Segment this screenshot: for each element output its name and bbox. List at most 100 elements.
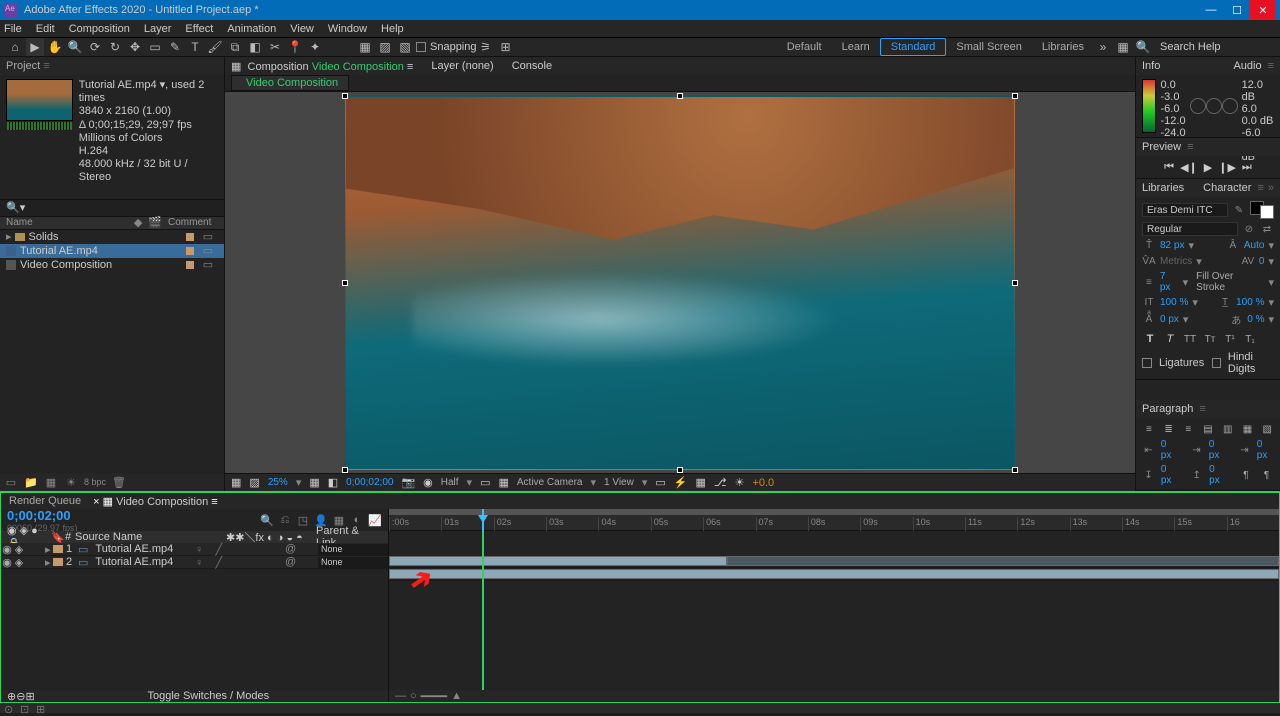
exposure-value[interactable]: +0.0 — [752, 477, 774, 489]
column-comment[interactable]: Comment — [168, 217, 218, 228]
vscale-value[interactable]: 100 % — [1160, 297, 1188, 308]
audio-icon[interactable]: ◈ — [13, 556, 25, 569]
justify-right-button[interactable]: ▦ — [1241, 422, 1255, 436]
subscript-button[interactable]: T₁ — [1242, 332, 1258, 346]
stroke-mode-dropdown[interactable]: Fill Over Stroke — [1196, 271, 1264, 293]
frame-blend-switch-icon[interactable]: ⊕ — [7, 690, 16, 703]
transform-handle[interactable] — [342, 280, 348, 286]
local-axis-icon[interactable]: ▦ — [356, 38, 374, 56]
fast-preview-icon[interactable]: ⚡ — [674, 476, 688, 489]
audio-icon[interactable]: ◈ — [13, 543, 25, 556]
hscale-value[interactable]: 100 % — [1236, 297, 1264, 308]
parent-dropdown[interactable]: None — [318, 557, 388, 568]
align-right-button[interactable]: ≡ — [1181, 422, 1195, 436]
project-panel-tab[interactable]: Project — [6, 60, 50, 72]
ltr-button[interactable]: ¶ — [1259, 468, 1274, 482]
wand-tool-icon[interactable]: ✦ — [306, 38, 324, 56]
minimize-button[interactable]: — — [1198, 0, 1224, 20]
search-layers-icon[interactable]: 🔍 — [260, 513, 274, 527]
transform-handle[interactable] — [342, 93, 348, 99]
expand-switch-icon[interactable]: ⊞ — [25, 690, 34, 703]
footer-icon[interactable]: ⊙ — [4, 703, 14, 713]
ligatures-checkbox[interactable] — [1142, 358, 1152, 368]
allcaps-button[interactable]: TT — [1182, 332, 1198, 346]
draft3d-icon[interactable]: ◳ — [296, 513, 310, 527]
label-column-icon[interactable]: ◆ — [134, 216, 142, 229]
layer-tab[interactable]: Layer (none) — [431, 60, 493, 72]
parent-pickwhip-icon[interactable]: @ — [285, 556, 296, 568]
label-swatch[interactable] — [53, 558, 63, 566]
footer-icon[interactable]: ⊡ — [20, 703, 30, 713]
roi-icon[interactable]: ▭ — [480, 476, 490, 489]
comp-tab[interactable]: ▦ Composition Video Composition ≡ — [231, 60, 413, 73]
eye-icon[interactable]: ◉ — [1, 543, 13, 556]
zoom-dropdown[interactable]: 25% — [268, 477, 288, 488]
label-swatch[interactable] — [53, 545, 63, 553]
font-style-dropdown[interactable]: Regular — [1142, 222, 1238, 236]
type-column-icon[interactable]: 🎬 — [148, 216, 162, 229]
clone-tool-icon[interactable]: ⧉ — [226, 38, 244, 56]
superscript-button[interactable]: T¹ — [1222, 332, 1238, 346]
current-time[interactable]: 0;00;02;00 — [346, 477, 393, 488]
rect-tool-icon[interactable]: ▭ — [146, 38, 164, 56]
first-frame-button[interactable]: ⏮ — [1164, 161, 1174, 174]
new-comp-icon[interactable]: ▦ — [44, 475, 58, 489]
workspace-learn[interactable]: Learn — [832, 38, 880, 56]
indent-left-value[interactable]: 0 px — [1161, 439, 1178, 461]
workspace-more-icon[interactable]: » — [1094, 38, 1112, 56]
home-icon[interactable]: ⌂ — [6, 38, 24, 56]
search-icon[interactable]: 🔍 — [1134, 38, 1152, 56]
alpha-icon[interactable]: ▦ — [231, 476, 241, 489]
comp-breadcrumb[interactable]: Video Composition — [231, 75, 349, 91]
project-item-comp[interactable]: Video Composition ▭ — [0, 258, 224, 272]
layer-clip-trimmed[interactable] — [727, 556, 1279, 566]
selection-tool-icon[interactable]: ▶ — [26, 38, 44, 56]
menu-view[interactable]: View — [290, 23, 314, 35]
no-fill-icon[interactable]: ⊘ — [1242, 224, 1256, 235]
indent-right-value[interactable]: 0 px — [1257, 439, 1274, 461]
workspace-standard[interactable]: Standard — [880, 38, 947, 56]
parent-dropdown[interactable]: None — [318, 544, 388, 555]
align-left-button[interactable]: ≡ — [1142, 422, 1156, 436]
justify-left-button[interactable]: ▤ — [1201, 422, 1215, 436]
transform-handle[interactable] — [1012, 93, 1018, 99]
justify-center-button[interactable]: ▥ — [1221, 422, 1235, 436]
pen-tool-icon[interactable]: ✎ — [166, 38, 184, 56]
leading-value[interactable]: Auto — [1244, 240, 1265, 251]
menu-help[interactable]: Help — [381, 23, 404, 35]
composition-viewer[interactable] — [225, 91, 1135, 473]
menu-composition[interactable]: Composition — [69, 23, 130, 35]
eraser-tool-icon[interactable]: ◧ — [246, 38, 264, 56]
zoom-tool-icon[interactable]: 🔍 — [66, 38, 84, 56]
search-icon[interactable]: 🔍▾ — [6, 201, 25, 214]
baseline-value[interactable]: 0 px — [1160, 314, 1179, 325]
menu-animation[interactable]: Animation — [227, 23, 276, 35]
zoom-slider[interactable]: ○ — [410, 690, 417, 702]
transform-handle[interactable] — [1012, 280, 1018, 286]
tracking-value[interactable]: 0 — [1259, 256, 1265, 267]
timeline-layer-row[interactable]: ◉◈ ▸ 2 ▭ Tutorial AE.mp4 ♀ ╱ @ None — [1, 556, 388, 569]
layer-clip[interactable] — [389, 569, 1279, 579]
menu-edit[interactable]: Edit — [36, 23, 55, 35]
first-line-value[interactable]: 0 px — [1209, 439, 1226, 461]
label-swatch[interactable] — [186, 261, 194, 269]
camera-dropdown[interactable]: Active Camera — [517, 477, 583, 488]
workspace-default[interactable]: Default — [777, 38, 832, 56]
play-button[interactable]: ▶ — [1204, 161, 1212, 174]
swap-icon[interactable]: ⇄ — [1260, 224, 1274, 235]
hindi-digits-checkbox[interactable] — [1212, 358, 1221, 368]
column-name[interactable]: Name — [6, 217, 134, 228]
timeline-icon[interactable]: ▦ — [695, 476, 705, 489]
font-size-value[interactable]: 82 px — [1160, 240, 1184, 251]
label-swatch[interactable] — [186, 247, 194, 255]
transform-handle[interactable] — [342, 467, 348, 473]
work-area-bar[interactable] — [389, 509, 1279, 515]
smallcaps-button[interactable]: Tᴛ — [1202, 332, 1218, 346]
time-ruler[interactable]: :00s01s02s03s04s05s06s07s08s09s10s11s12s… — [389, 509, 1279, 531]
font-family-dropdown[interactable]: Eras Demi ITC — [1142, 203, 1228, 217]
snapping-checkbox[interactable] — [416, 42, 426, 52]
motion-blur-switch-icon[interactable]: ⊖ — [16, 690, 25, 703]
bold-button[interactable]: T — [1142, 332, 1158, 346]
hand-tool-icon[interactable]: ✋ — [46, 38, 64, 56]
view-dropdown[interactable]: 1 View — [604, 477, 634, 488]
